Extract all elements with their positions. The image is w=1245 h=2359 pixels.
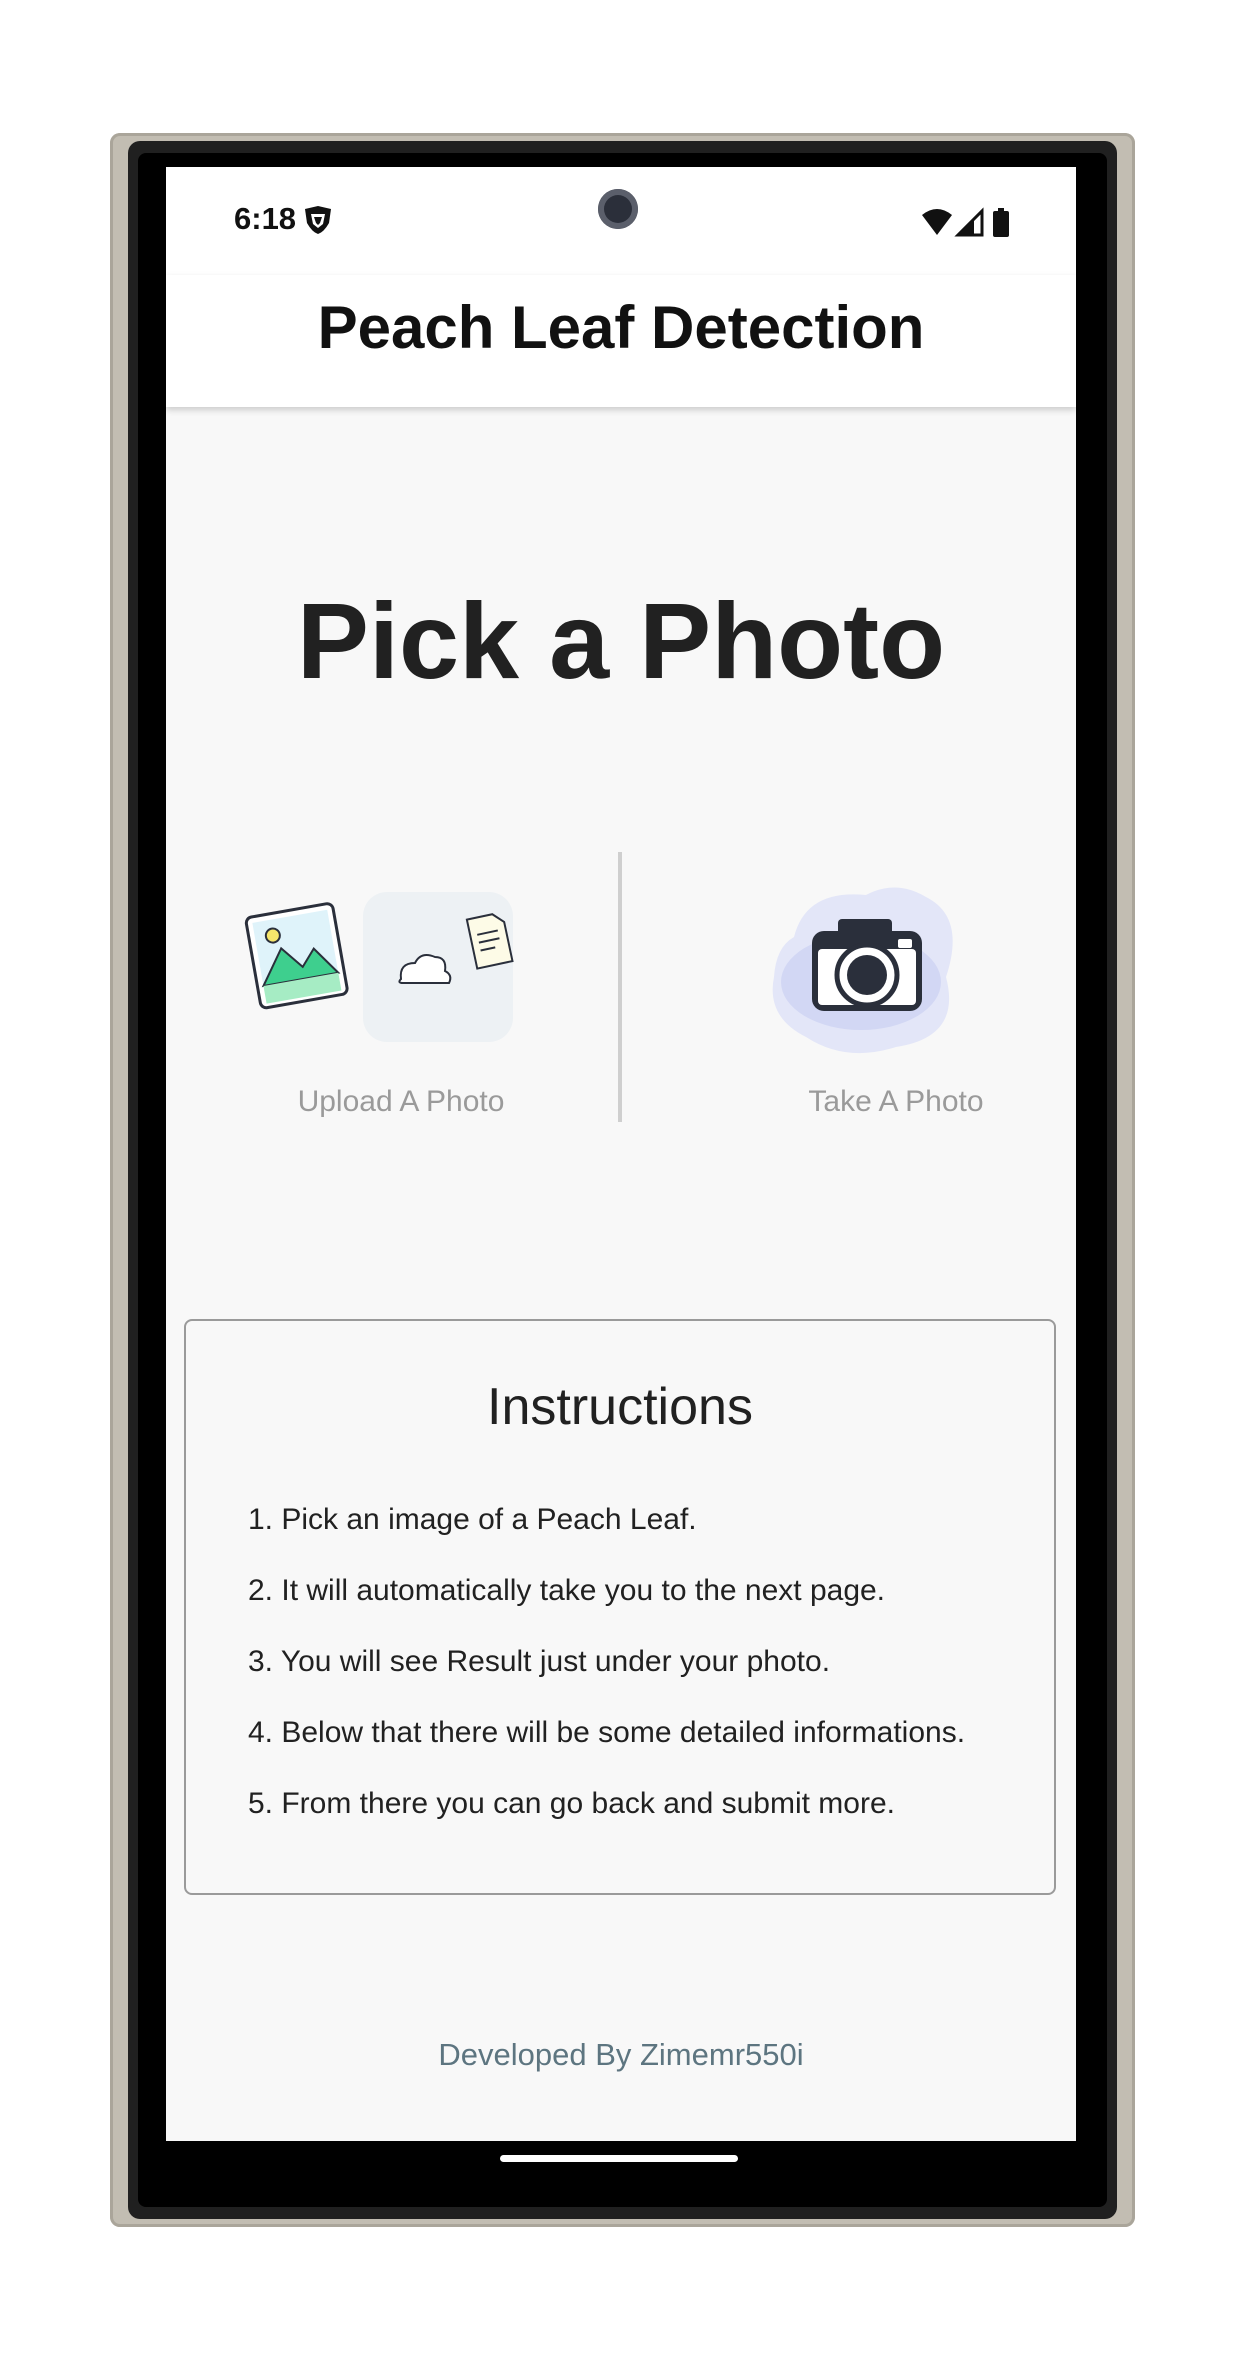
shield-notification-icon [302, 205, 334, 240]
footer-credit: Developed By Zimemr550i [438, 2037, 804, 2072]
list-item: 2. It will automatically take you to the… [248, 1574, 886, 1607]
cellular-signal-icon [954, 207, 984, 237]
status-bar: 6:18 [166, 167, 1076, 275]
list-item: 1. Pick an image of a Peach Leaf. [248, 1503, 697, 1536]
take-photo-button[interactable]: Take A Photo [766, 887, 1076, 1147]
battery-icon [993, 208, 1009, 237]
upload-photo-button[interactable]: Upload A Photo [231, 887, 571, 1147]
upload-photo-illustration-icon [244, 892, 514, 1042]
instructions-card: Instructions 1. Pick an image of a Peach… [184, 1319, 1056, 1895]
instructions-list: 1. Pick an image of a Peach Leaf. 2. It … [248, 1503, 965, 1858]
page-heading: Pick a Photo [296, 580, 946, 701]
home-indicator[interactable] [500, 2155, 738, 2162]
wifi-icon [922, 209, 952, 235]
front-camera [598, 189, 638, 229]
list-item: 4. Below that there will be some detaile… [248, 1716, 966, 1749]
status-icons [920, 205, 1020, 244]
status-time: 6:18 [234, 201, 297, 236]
app-bar: Peach Leaf Detection [166, 275, 1076, 407]
take-photo-label: Take A Photo [808, 1085, 984, 1118]
list-item: 5. From there you can go back and submit… [248, 1787, 895, 1820]
list-item: 3. You will see Result just under your p… [248, 1645, 831, 1678]
camera-illustration-icon [772, 887, 953, 1054]
app-title: Peach Leaf Detection [317, 293, 925, 361]
upload-photo-label: Upload A Photo [297, 1085, 505, 1118]
options-divider [618, 852, 622, 1122]
instructions-title: Instructions [487, 1378, 753, 1436]
app-screen: 6:18 Peach Leaf Detection Pick a Photo U… [166, 167, 1076, 2141]
